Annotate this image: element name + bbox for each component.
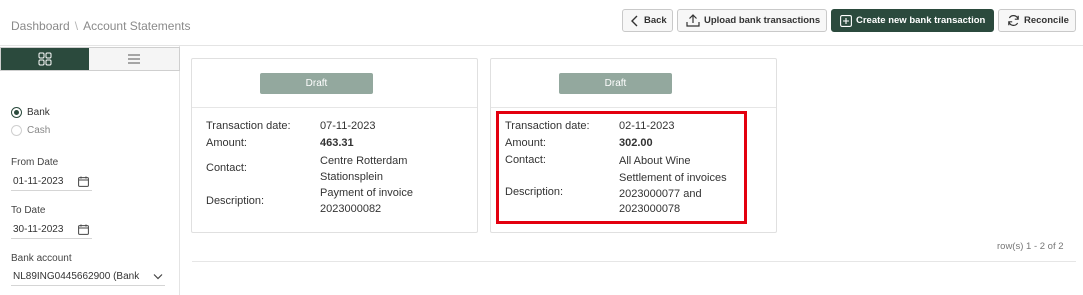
radio-bank[interactable]: Bank — [11, 107, 50, 118]
radio-cash[interactable]: Cash — [11, 125, 50, 136]
reconcile-button-label: Reconcile — [1024, 15, 1069, 26]
to-date-value: 30-11-2023 — [13, 223, 64, 235]
bank-account-select[interactable]: NL89ING0445662900 (Bank — [11, 267, 165, 286]
back-button[interactable]: Back — [622, 9, 673, 32]
description-value: Payment of invoice 2023000082 — [320, 187, 413, 215]
status-badge: Draft — [260, 73, 373, 94]
to-date-field[interactable]: 30-11-2023 — [11, 220, 92, 239]
filter-sidebar: Bank Cash From Date 01-11-2023 To Date 3… — [0, 46, 180, 295]
view-toggle — [0, 47, 180, 71]
list-icon — [128, 54, 140, 64]
upload-icon — [686, 14, 700, 27]
create-button-label: Create new bank transaction — [856, 15, 986, 26]
calendar-icon[interactable] — [78, 176, 89, 187]
create-bank-transaction-button[interactable]: Create new bank transaction — [831, 9, 994, 32]
contact-label: Contact: — [206, 162, 247, 174]
card-header: Draft — [491, 59, 776, 108]
card-header: Draft — [192, 59, 477, 108]
transaction-date-label: Transaction date: — [206, 120, 291, 132]
bank-account-value: NL89ING0445662900 (Bank — [13, 270, 140, 282]
back-button-label: Back — [644, 15, 667, 26]
calendar-icon[interactable] — [78, 224, 89, 235]
bank-account-label: Bank account — [11, 253, 72, 264]
radio-bank-indicator — [11, 107, 22, 118]
radio-cash-indicator — [11, 125, 22, 136]
description-label: Description: — [206, 195, 265, 207]
breadcrumb-separator: \ — [74, 19, 79, 33]
amount-label: Amount: — [206, 137, 247, 149]
contact-value: Centre Rotterdam Stationsplein — [320, 155, 408, 183]
refresh-icon — [1008, 15, 1019, 26]
from-date-label: From Date — [11, 157, 59, 168]
plus-square-icon — [840, 14, 852, 27]
chevron-down-icon — [153, 273, 163, 279]
radio-cash-label: Cash — [27, 125, 51, 136]
top-bar: Dashboard \ Account Statements Back Upload… — [0, 0, 1083, 46]
chevron-left-icon — [631, 15, 638, 26]
upload-button-label: Upload bank transactions — [704, 15, 821, 26]
list-view-button[interactable] — [89, 48, 179, 70]
grid-icon — [38, 52, 52, 66]
grid-view-button[interactable] — [1, 48, 89, 70]
highlight-box — [496, 111, 747, 224]
radio-bank-label: Bank — [27, 107, 50, 118]
breadcrumb: Dashboard \ Account Statements — [11, 19, 190, 33]
transaction-card[interactable]: Draft Transaction date: 07-11-2023 Amoun… — [191, 58, 478, 233]
status-badge: Draft — [559, 73, 672, 94]
from-date-value: 01-11-2023 — [13, 175, 64, 187]
from-date-field[interactable]: 01-11-2023 — [11, 172, 92, 191]
pagination-info: row(s) 1 - 2 of 2 — [997, 241, 1064, 252]
breadcrumb-dashboard[interactable]: Dashboard — [11, 19, 70, 33]
upload-bank-transactions-button[interactable]: Upload bank transactions — [677, 9, 827, 32]
transaction-date-value: 07-11-2023 — [320, 120, 376, 132]
breadcrumb-account-statements: Account Statements — [83, 19, 191, 33]
reconcile-button[interactable]: Reconcile — [998, 9, 1076, 32]
divider — [192, 261, 1076, 262]
to-date-label: To Date — [11, 205, 46, 216]
amount-value: 463.31 — [320, 137, 354, 149]
